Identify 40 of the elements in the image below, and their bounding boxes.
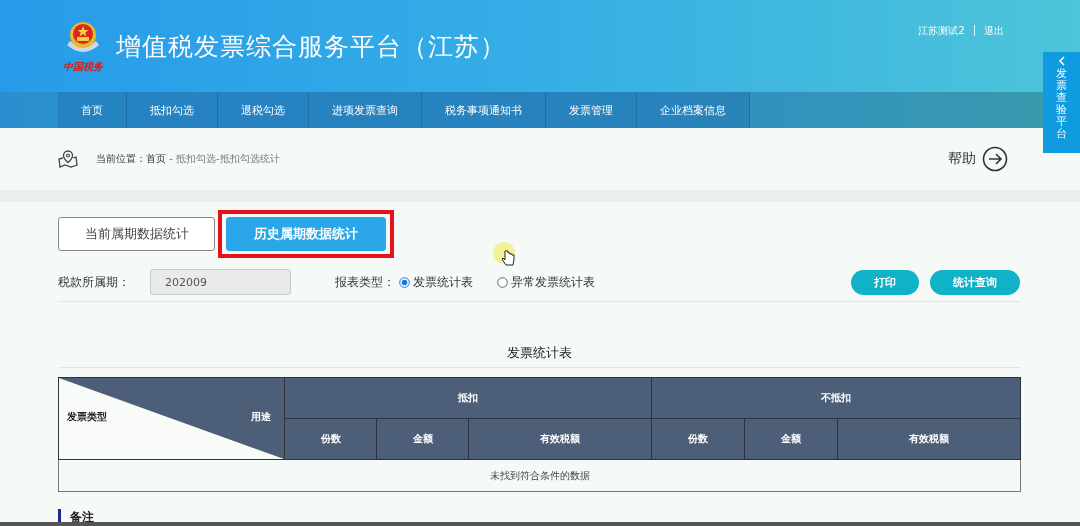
column-header: 份数: [651, 418, 745, 460]
site-title: 增值税发票综合服务平台（江苏）: [116, 30, 506, 63]
section-title: 备注: [70, 509, 94, 526]
report-type-radio[interactable]: 异常发票统计表: [497, 273, 595, 291]
report-type-radio[interactable]: 发票统计表: [399, 273, 473, 291]
empty-message: 未找到符合条件的数据: [58, 459, 1021, 492]
column-header: 发票类型: [67, 410, 107, 424]
query-button[interactable]: 统计查询: [930, 269, 1020, 295]
logo-text: 中国税务: [63, 59, 103, 74]
help-button[interactable]: 帮助: [948, 146, 1008, 172]
nav-item[interactable]: 抵扣勾选: [127, 92, 218, 128]
column-header: 有效税额: [468, 418, 652, 460]
period-field[interactable]: 202009: [150, 269, 291, 295]
column-group-header: 抵扣: [284, 377, 652, 419]
column-header: 有效税额: [837, 418, 1021, 460]
map-pin-icon: [58, 149, 78, 169]
column-header: 份数: [284, 418, 377, 460]
tab[interactable]: 历史属期数据统计: [226, 216, 386, 251]
breadcrumb: 当前位置：首页 - 抵扣勾选-抵扣勾选统计: [96, 152, 280, 166]
nav-item[interactable]: 税务事项通知书: [422, 92, 546, 128]
separator: |: [972, 24, 976, 38]
side-tab[interactable]: 发票查验平台: [1043, 52, 1080, 153]
tab[interactable]: 当前属期数据统计: [58, 216, 215, 251]
nav-item[interactable]: 进项发票查询: [309, 92, 422, 128]
print-button[interactable]: 打印: [851, 269, 919, 295]
column-header: 用途: [251, 410, 271, 424]
report-type-label: 报表类型：: [335, 273, 395, 291]
logout-link[interactable]: 退出: [984, 24, 1004, 38]
period-label: 税款所属期：: [58, 273, 130, 291]
column-header: 金额: [744, 418, 838, 460]
column-group-header: 不抵扣: [651, 377, 1021, 419]
chevron-left-icon: [1057, 56, 1066, 66]
nav-item[interactable]: 退税勾选: [218, 92, 309, 128]
username: 江苏测试2: [918, 24, 965, 38]
nav-item[interactable]: 发票管理: [546, 92, 637, 128]
nav-item[interactable]: 首页: [58, 92, 127, 128]
table-title: 发票统计表: [506, 344, 572, 362]
nav-item[interactable]: 企业档案信息: [637, 92, 750, 128]
arrow-right-icon: [982, 146, 1008, 172]
column-header: 金额: [376, 418, 469, 460]
